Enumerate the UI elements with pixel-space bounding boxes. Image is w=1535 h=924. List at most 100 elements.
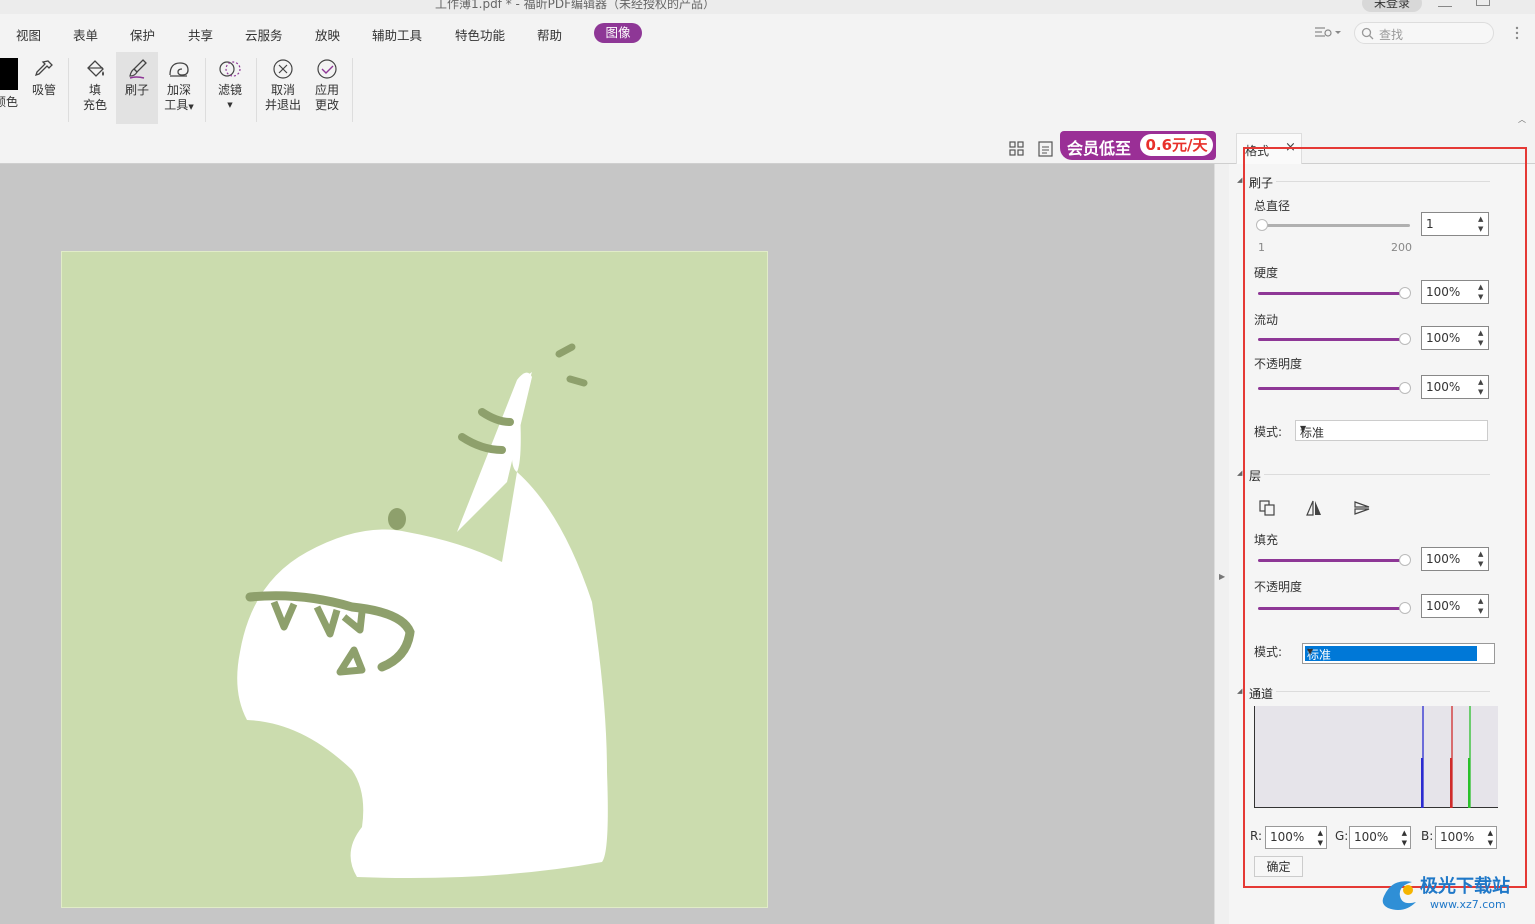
menu-accessibility[interactable]: 辅助工具 — [372, 25, 422, 44]
fill-color-button[interactable]: 填 充色 — [78, 54, 112, 124]
cancel-icon — [273, 59, 293, 79]
stepper-up-icon[interactable]: ▲ — [1478, 379, 1486, 386]
stepper-up-icon[interactable]: ▲ — [1478, 216, 1486, 223]
flow-slider-knob[interactable] — [1399, 333, 1411, 345]
r-stepper[interactable]: 100% ▲ ▼ — [1265, 826, 1327, 849]
confirm-button[interactable]: 确定 — [1254, 856, 1303, 877]
menu-view[interactable]: 视图 — [16, 25, 41, 44]
maximize-icon[interactable] — [1476, 0, 1490, 6]
apply-changes-button[interactable]: 应用 更改 — [308, 54, 346, 124]
brush-opacity-stepper[interactable]: 100% ▲ ▼ — [1421, 375, 1489, 399]
layer-fill-stepper[interactable]: 100% ▲ ▼ — [1421, 547, 1489, 571]
filter-label: 滤镜 — [217, 83, 242, 97]
brush-opacity-label: 不透明度 — [1254, 357, 1303, 371]
menu-features[interactable]: 特色功能 — [455, 25, 505, 44]
collapse-channel-icon[interactable]: ◢ — [1237, 687, 1242, 695]
diameter-min: 1 — [1258, 241, 1265, 254]
diameter-stepper[interactable]: 1 ▲ ▼ — [1421, 212, 1489, 236]
section-divider — [1264, 474, 1490, 475]
stepper-down-icon[interactable]: ▼ — [1478, 294, 1486, 301]
login-button[interactable]: 未登录 — [1362, 0, 1422, 12]
diameter-slider[interactable] — [1258, 224, 1410, 227]
sparkle-mark — [566, 375, 588, 387]
stepper-up-icon[interactable]: ▲ — [1478, 551, 1486, 558]
collapse-layer-icon[interactable]: ◢ — [1237, 469, 1242, 477]
filter-button[interactable]: 滤镜 ▼ — [212, 54, 248, 124]
more-icon[interactable] — [1514, 24, 1520, 42]
menu-help[interactable]: 帮助 — [537, 25, 562, 44]
sparkle-mark — [555, 343, 576, 358]
cancel-label-1: 取消 — [270, 83, 295, 97]
close-window-icon[interactable] — [1512, 0, 1526, 7]
stepper-down-icon[interactable]: ▼ — [1318, 839, 1323, 847]
fill-label-2: 充色 — [82, 98, 107, 112]
collapse-brush-icon[interactable]: ◢ — [1237, 176, 1242, 184]
menu-cloud[interactable]: 云服务 — [245, 25, 283, 44]
hardness-slider[interactable] — [1258, 292, 1400, 295]
search-input[interactable]: 查找 — [1354, 22, 1494, 44]
panel-splitter[interactable]: ▶ — [1214, 164, 1229, 924]
flow-slider[interactable] — [1258, 338, 1400, 341]
duplicate-layer-icon[interactable] — [1258, 499, 1276, 520]
document-canvas[interactable] — [0, 164, 1214, 924]
layer-fill-slider-knob[interactable] — [1399, 554, 1411, 566]
stepper-down-icon[interactable]: ▼ — [1478, 608, 1486, 615]
vip-promo-banner[interactable]: 会员低至 0.6元/天 — [1060, 131, 1216, 160]
g-stepper[interactable]: 100% ▲ ▼ — [1349, 826, 1411, 849]
brush-button-active[interactable]: 刷子 — [116, 52, 158, 124]
section-divider — [1276, 181, 1490, 182]
flip-vertical-icon[interactable] — [1353, 499, 1371, 520]
flow-stepper[interactable]: 100% ▲ ▼ — [1421, 326, 1489, 350]
stepper-up-icon[interactable]: ▲ — [1478, 330, 1486, 337]
watermark-text: 极光下载站 — [1420, 876, 1510, 897]
color-button[interactable]: 颜色 — [0, 54, 20, 124]
minimize-icon[interactable] — [1438, 0, 1452, 7]
diameter-max: 200 — [1391, 241, 1412, 254]
image-page[interactable] — [61, 251, 768, 908]
expand-arrow-icon[interactable]: ▶ — [1219, 572, 1225, 581]
page-view-icon[interactable] — [1038, 141, 1054, 160]
hardness-slider-knob[interactable] — [1399, 287, 1411, 299]
separator — [256, 58, 257, 122]
menu-form[interactable]: 表单 — [73, 25, 98, 44]
stepper-down-icon[interactable]: ▼ — [1478, 561, 1486, 568]
diameter-value: 1 — [1426, 217, 1434, 231]
stepper-down-icon[interactable]: ▼ — [1478, 389, 1486, 396]
layer-opacity-slider-knob[interactable] — [1399, 602, 1411, 614]
stepper-up-icon[interactable]: ▲ — [1478, 598, 1486, 605]
menu-image-active[interactable]: 图像 — [594, 23, 642, 43]
cancel-exit-button[interactable]: 取消 并退出 — [262, 54, 304, 124]
burn-tool-button[interactable]: 加深 工具▼ — [160, 54, 198, 124]
stepper-down-icon[interactable]: ▼ — [1478, 226, 1486, 233]
layout-options-icon[interactable] — [1313, 24, 1343, 40]
layer-mode-select[interactable]: 标准 ▼ — [1302, 643, 1495, 664]
stepper-down-icon[interactable]: ▼ — [1402, 839, 1407, 847]
stepper-down-icon[interactable]: ▼ — [1478, 340, 1486, 347]
b-stepper[interactable]: 100% ▲ ▼ — [1435, 826, 1497, 849]
stepper-up-icon[interactable]: ▲ — [1402, 829, 1407, 837]
layer-fill-slider[interactable] — [1258, 559, 1400, 562]
menu-share[interactable]: 共享 — [188, 25, 213, 44]
brush-mode-label: 模式: — [1254, 425, 1283, 439]
menu-protect[interactable]: 保护 — [130, 25, 155, 44]
flip-horizontal-icon[interactable] — [1305, 499, 1323, 520]
collapse-ribbon-icon[interactable]: ︿ — [1518, 114, 1526, 125]
stepper-up-icon[interactable]: ▲ — [1478, 284, 1486, 291]
chevron-down-icon: ▼ — [1300, 424, 1307, 433]
hardness-stepper[interactable]: 100% ▲ ▼ — [1421, 280, 1489, 304]
layer-opacity-stepper[interactable]: 100% ▲ ▼ — [1421, 594, 1489, 618]
menu-present[interactable]: 放映 — [315, 25, 340, 44]
dino-eye — [388, 508, 406, 530]
stepper-down-icon[interactable]: ▼ — [1488, 839, 1493, 847]
brush-icon — [129, 59, 147, 79]
brush-mode-select[interactable]: 标准 ▼ — [1295, 420, 1488, 441]
diameter-slider-knob[interactable] — [1256, 219, 1268, 231]
eyedropper-button[interactable]: 吸管 — [28, 54, 60, 124]
stepper-up-icon[interactable]: ▲ — [1488, 829, 1493, 837]
stepper-up-icon[interactable]: ▲ — [1318, 829, 1323, 837]
brush-opacity-slider-knob[interactable] — [1399, 382, 1411, 394]
grid-view-icon[interactable] — [1009, 141, 1025, 160]
paint-bucket-icon — [87, 60, 104, 77]
brush-opacity-slider[interactable] — [1258, 387, 1400, 390]
layer-opacity-slider[interactable] — [1258, 607, 1400, 610]
